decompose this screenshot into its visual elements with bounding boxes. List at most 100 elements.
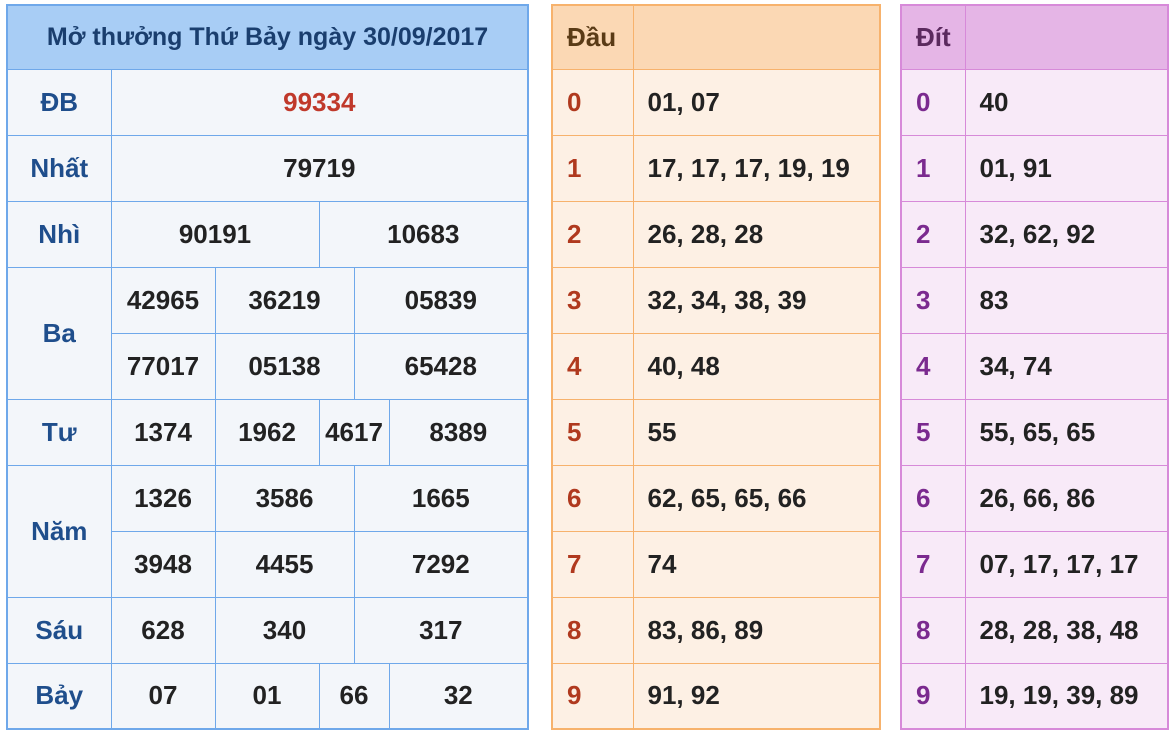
dit-values: 55, 65, 65	[964, 398, 1169, 466]
dau-values: 32, 34, 38, 39	[632, 266, 881, 334]
dau-digit: 9	[551, 662, 634, 730]
prize-value-bay: 07	[110, 662, 216, 730]
prize-value-tu: 4617	[318, 398, 390, 466]
dit-digit: 9	[900, 662, 966, 730]
results-title: Mở thưởng Thứ Bảy ngày 30/09/2017	[6, 4, 529, 70]
dau-values: 74	[632, 530, 881, 598]
dau-row: 8 83, 86, 89	[551, 596, 881, 664]
prize-label-ba: Ba	[6, 266, 112, 400]
dit-digit: 2	[900, 200, 966, 268]
dau-digit: 0	[551, 68, 634, 136]
dau-row: 3 32, 34, 38, 39	[551, 266, 881, 334]
dau-values: 40, 48	[632, 332, 881, 400]
prize-value-nam: 4455	[214, 530, 355, 598]
dau-digit: 1	[551, 134, 634, 202]
dit-row: 4 34, 74	[900, 332, 1169, 400]
dit-digit: 3	[900, 266, 966, 334]
dit-header: Đít	[900, 4, 966, 70]
dau-row: 1 17, 17, 17, 19, 19	[551, 134, 881, 202]
prize-row-sau: Sáu 628 340 317	[6, 596, 529, 664]
prize-value-nhi: 10683	[318, 200, 529, 268]
dit-header-value	[964, 4, 1169, 70]
dit-values: 07, 17, 17, 17	[964, 530, 1169, 598]
prize-value-ba: 05839	[353, 266, 529, 334]
prize-row-ba: Ba 42965 36219 05839	[6, 266, 529, 400]
prize-row-db: ĐB 99334	[6, 68, 529, 136]
dau-values: 55	[632, 398, 881, 466]
dit-values: 19, 19, 39, 89	[964, 662, 1169, 730]
prize-value-bay: 01	[214, 662, 320, 730]
prize-row-nhi: Nhì 90191 10683	[6, 200, 529, 268]
dit-values: 32, 62, 92	[964, 200, 1169, 268]
prize-label-sau: Sáu	[6, 596, 112, 664]
prize-row-bay: Bảy 07 01 66 32	[6, 662, 529, 730]
prize-label-bay: Bảy	[6, 662, 112, 730]
dau-digit: 2	[551, 200, 634, 268]
dit-digit: 1	[900, 134, 966, 202]
dit-table: Đít 0 40 1 01, 91 2 32, 62, 92 3 83 4 34, 74 5 55, …	[900, 4, 1169, 730]
dau-header-value	[632, 4, 881, 70]
dit-row: 3 83	[900, 266, 1169, 334]
prize-label-db: ĐB	[6, 68, 112, 136]
prize-value-db: 99334	[110, 68, 529, 136]
dau-row: 4 40, 48	[551, 332, 881, 400]
dau-digit: 5	[551, 398, 634, 466]
dau-values: 17, 17, 17, 19, 19	[632, 134, 881, 202]
dau-table: Đầu 0 01, 07 1 17, 17, 17, 19, 19 2 26, 28, 2…	[551, 4, 881, 730]
dau-row: 0 01, 07	[551, 68, 881, 136]
dit-row: 2 32, 62, 92	[900, 200, 1169, 268]
dit-digit: 6	[900, 464, 966, 532]
dit-digit: 5	[900, 398, 966, 466]
dau-row: 9 91, 92	[551, 662, 881, 730]
prize-value-tu: 8389	[388, 398, 529, 466]
prize-value-nam: 3948	[110, 530, 216, 598]
prize-row-nam: Năm 1326 3586 1665	[6, 464, 529, 598]
prize-value-nhat: 79719	[110, 134, 529, 202]
dau-row: 7 74	[551, 530, 881, 598]
dau-row: 5 55	[551, 398, 881, 466]
dit-row: 1 01, 91	[900, 134, 1169, 202]
prize-value-ba: 36219	[214, 266, 355, 334]
dau-digit: 7	[551, 530, 634, 598]
prize-value-ba: 42965	[110, 266, 216, 334]
dit-values: 34, 74	[964, 332, 1169, 400]
prize-label-nam: Năm	[6, 464, 112, 598]
dau-values: 83, 86, 89	[632, 596, 881, 664]
dit-digit: 4	[900, 332, 966, 400]
prize-value-nam: 3586	[214, 464, 355, 532]
dit-digit: 8	[900, 596, 966, 664]
dit-row: 7 07, 17, 17, 17	[900, 530, 1169, 598]
prize-value-nhi: 90191	[110, 200, 320, 268]
dau-digit: 8	[551, 596, 634, 664]
results-table: Mở thưởng Thứ Bảy ngày 30/09/2017 ĐB 993…	[6, 4, 530, 730]
prize-value-ba: 05138	[214, 332, 355, 400]
prize-row-nhat: Nhất 79719	[6, 134, 529, 202]
dit-row: 6 26, 66, 86	[900, 464, 1169, 532]
prize-value-sau: 340	[214, 596, 355, 664]
dit-values: 40	[964, 68, 1169, 136]
dau-digit: 3	[551, 266, 634, 334]
prize-value-ba: 77017	[110, 332, 216, 400]
prize-label-nhat: Nhất	[6, 134, 112, 202]
dit-values: 28, 28, 38, 48	[964, 596, 1169, 664]
dau-values: 62, 65, 65, 66	[632, 464, 881, 532]
prize-value-ba: 65428	[353, 332, 529, 400]
dit-digit: 0	[900, 68, 966, 136]
dau-values: 26, 28, 28	[632, 200, 881, 268]
prize-value-sau: 628	[110, 596, 216, 664]
dau-values: 91, 92	[632, 662, 881, 730]
dau-row: 2 26, 28, 28	[551, 200, 881, 268]
dau-row: 6 62, 65, 65, 66	[551, 464, 881, 532]
prize-value-bay: 66	[318, 662, 390, 730]
dit-row: 0 40	[900, 68, 1169, 136]
prize-row-tu: Tư 1374 1962 4617 8389	[6, 398, 529, 466]
dit-values: 26, 66, 86	[964, 464, 1169, 532]
dau-digit: 6	[551, 464, 634, 532]
dit-values: 01, 91	[964, 134, 1169, 202]
prize-value-nam: 1326	[110, 464, 216, 532]
prize-value-nam: 1665	[353, 464, 529, 532]
dit-digit: 7	[900, 530, 966, 598]
dau-digit: 4	[551, 332, 634, 400]
prize-value-bay: 32	[388, 662, 529, 730]
dit-row: 5 55, 65, 65	[900, 398, 1169, 466]
